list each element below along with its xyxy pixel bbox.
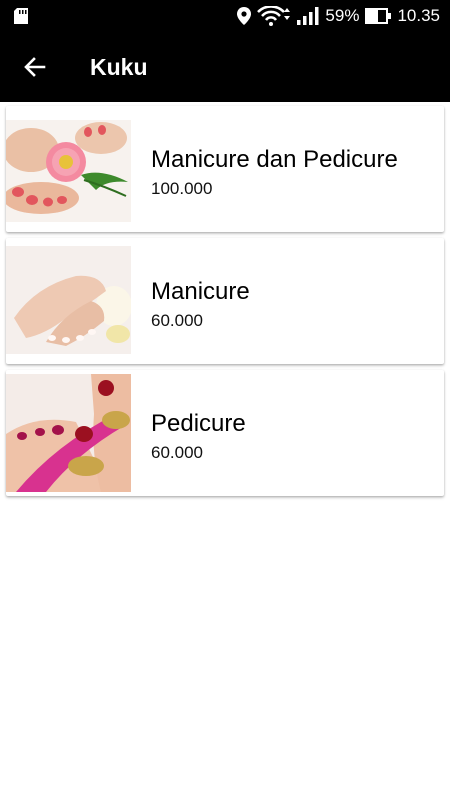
page-title: Kuku bbox=[90, 54, 148, 80]
service-name: Manicure bbox=[151, 278, 250, 305]
status-bar: 59% 10.35 bbox=[0, 0, 450, 32]
back-button[interactable] bbox=[14, 46, 56, 88]
battery-icon bbox=[365, 8, 392, 24]
sd-card-icon bbox=[14, 8, 28, 24]
wifi-icon bbox=[257, 6, 291, 26]
app-bar: Kuku bbox=[0, 32, 450, 102]
location-pin-icon bbox=[237, 7, 252, 25]
pedicure-image bbox=[6, 374, 131, 492]
clock: 10.35 bbox=[397, 6, 440, 25]
arrow-left-icon bbox=[24, 57, 46, 77]
manicure-image bbox=[6, 246, 131, 354]
battery-percent: 59% bbox=[325, 6, 360, 25]
service-name: Manicure dan Pedicure bbox=[151, 146, 398, 173]
signal-icon bbox=[297, 7, 319, 25]
service-price: 100.000 bbox=[151, 179, 213, 198]
manicure-pedicure-image bbox=[6, 120, 131, 222]
service-card-manicure-pedicure[interactable]: Manicure dan Pedicure 100.000 bbox=[6, 106, 444, 232]
service-price: 60.000 bbox=[151, 311, 203, 330]
service-card-pedicure[interactable]: Pedicure 60.000 bbox=[6, 370, 444, 496]
service-card-manicure[interactable]: Manicure 60.000 bbox=[6, 238, 444, 364]
service-name: Pedicure bbox=[151, 410, 246, 437]
service-price: 60.000 bbox=[151, 443, 203, 462]
